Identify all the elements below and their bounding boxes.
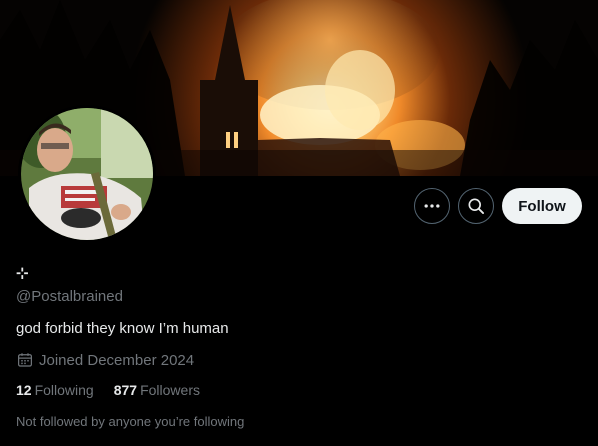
follow-stats: 12 Following 877 Followers xyxy=(16,382,200,398)
search-button[interactable] xyxy=(458,188,494,224)
profile-actions: Follow xyxy=(414,188,582,224)
calendar-icon xyxy=(18,353,32,367)
more-icon xyxy=(424,204,440,208)
mutual-followers-text: Not followed by anyone you’re following xyxy=(16,414,245,429)
more-button[interactable] xyxy=(414,188,450,224)
joined-date: Joined December 2024 xyxy=(16,351,194,369)
follow-button[interactable]: Follow xyxy=(502,188,582,224)
display-name: ⊹ xyxy=(16,264,29,282)
profile-avatar[interactable] xyxy=(18,105,156,243)
followers-label: Followers xyxy=(140,382,200,398)
username-handle: @Postalbrained xyxy=(16,288,123,305)
following-label: Following xyxy=(34,382,94,398)
following-count: 12 xyxy=(16,382,32,398)
profile-bio: god forbid they know I’m human xyxy=(16,320,229,337)
avatar-image xyxy=(21,108,153,240)
followers-link[interactable]: 877 Followers xyxy=(114,382,200,398)
joined-text: Joined December 2024 xyxy=(39,351,195,369)
following-link[interactable]: 12 Following xyxy=(16,382,94,398)
search-icon xyxy=(468,198,484,214)
profile-page: Follow ⊹ @Postalbrained god forbid they … xyxy=(0,0,598,446)
followers-count: 877 xyxy=(113,382,138,398)
